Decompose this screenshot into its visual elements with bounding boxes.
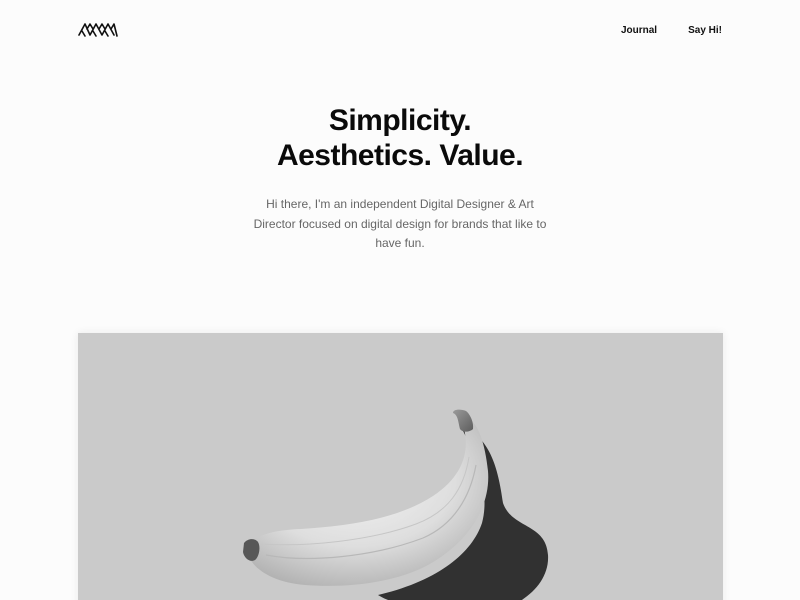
mountains-logo-icon [78,23,118,37]
hero-intro-text: Hi there, I'm an independent Digital Des… [253,197,547,250]
featured-banana-image [78,333,723,600]
hero-section: Simplicity. Aesthetics. Value. Hi there,… [0,103,800,254]
hero-headline: Simplicity. Aesthetics. Value. [0,103,800,173]
portfolio-home: Journal Say Hi! Simplicity. Aesthetics. … [0,0,800,600]
hero-headline-line-2: Aesthetics. Value. [276,139,524,172]
home-logo-link[interactable] [78,20,118,40]
banana-image [243,409,549,600]
hero-headline-line-1: Simplicity. [328,104,472,137]
nav-say-hi-link[interactable]: Say Hi! [688,24,722,38]
main-nav: Journal Say Hi! [621,24,722,38]
nav-journal-link[interactable]: Journal [621,24,657,38]
